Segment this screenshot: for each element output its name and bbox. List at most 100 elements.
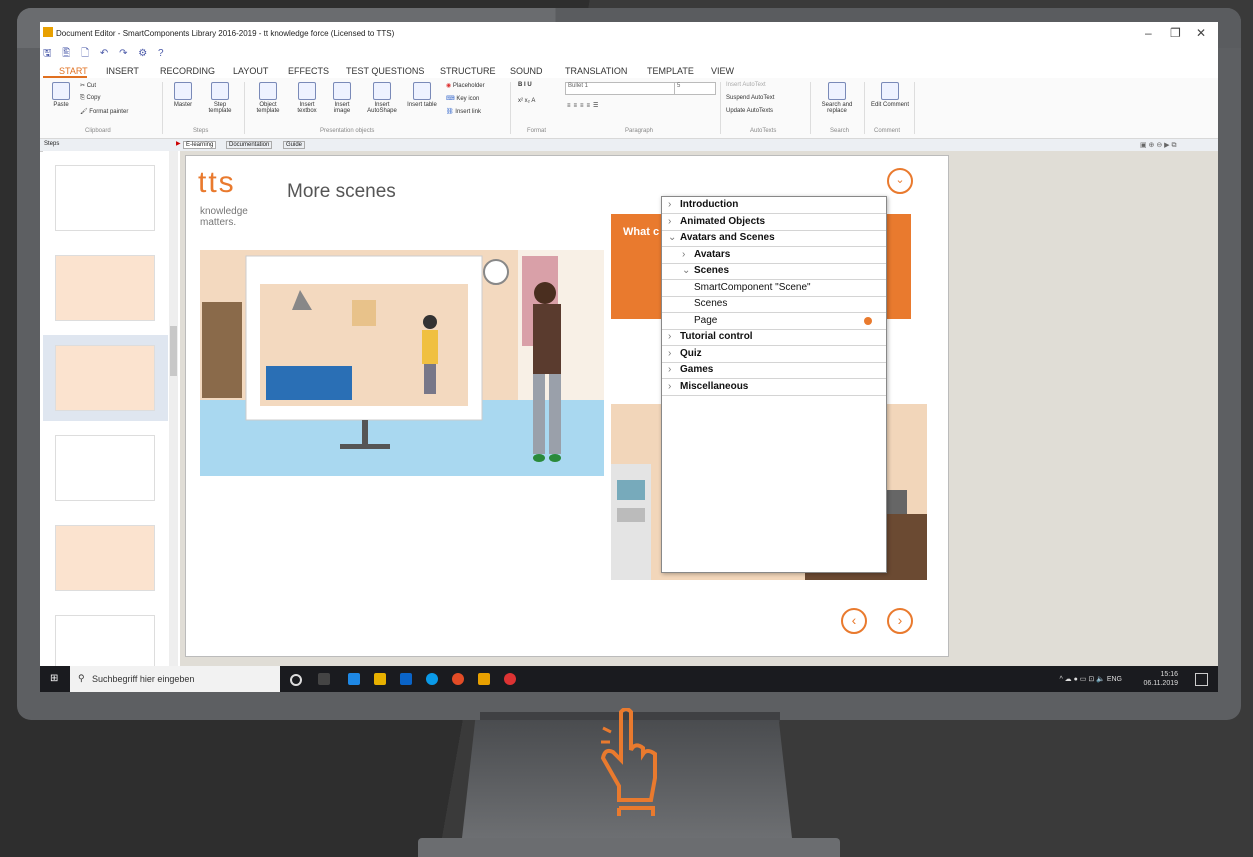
restore-button[interactable]: ❐ xyxy=(1170,26,1181,40)
font-size-select[interactable]: 5 xyxy=(674,82,716,95)
link-icon: ⛓ xyxy=(446,109,454,115)
separator xyxy=(914,82,915,134)
skype-icon[interactable] xyxy=(426,673,438,685)
insert-table-button[interactable]: Insert table xyxy=(406,82,438,108)
menu-item-label: Scenes xyxy=(694,298,728,309)
action-center-icon[interactable] xyxy=(1195,673,1208,686)
step-template-icon xyxy=(211,82,229,100)
slide-preview xyxy=(55,165,155,231)
bold-italic-underline[interactable]: B I U xyxy=(518,82,532,88)
menu-item[interactable]: Scenes xyxy=(662,296,886,313)
navigation-menu: › Introduction › Animated Objects ⌄ Avatars a… xyxy=(661,196,887,573)
minimize-button[interactable]: – xyxy=(1145,26,1152,40)
insert-image-button[interactable]: Insert image xyxy=(326,82,358,114)
windows-taskbar: ⊞ ⚲ Suchbegriff hier eingeben ^ ☁ ● ▭ ⊡ … xyxy=(40,666,1218,692)
tab-guide[interactable]: Guide xyxy=(283,141,306,149)
format-painter-button[interactable]: 🖌 Format painter xyxy=(80,108,128,115)
key-icon-button[interactable]: ⌨ Key icon xyxy=(446,95,479,102)
menu-item[interactable]: › Games xyxy=(662,362,886,379)
step-thumbnail[interactable] xyxy=(43,515,168,601)
slide-title: More scenes xyxy=(287,181,396,202)
tab-start[interactable]: START xyxy=(59,66,88,76)
tab-effects[interactable]: EFFECTS xyxy=(288,66,329,76)
menu-item[interactable]: SmartComponent "Scene" xyxy=(662,280,886,297)
insert-autotext-button[interactable]: Insert AutoText xyxy=(726,82,766,88)
quick-access-toolbar[interactable]: 🖫 🖺 🗋 ↶ ↷ ⚙ ? xyxy=(43,46,168,60)
menu-item[interactable]: › Introduction xyxy=(662,197,886,214)
menu-item[interactable]: › Miscellaneous xyxy=(662,379,886,396)
group-search-label: Search xyxy=(830,128,850,134)
slide-canvas[interactable]: tts knowledge matters. More scenes What … xyxy=(185,155,949,657)
search-replace-button[interactable]: Search and replace xyxy=(815,82,859,114)
insert-link-button[interactable]: ⛓ Insert link xyxy=(446,108,481,115)
placeholder-button[interactable]: ◉ Placeholder xyxy=(446,82,485,89)
insert-textbox-button[interactable]: Insert textbox xyxy=(290,82,324,114)
search-icon: ⚲ xyxy=(78,673,85,683)
object-template-button[interactable]: Object template xyxy=(248,82,288,114)
step-template-button[interactable]: Step template xyxy=(202,82,238,114)
menu-item[interactable]: › Animated Objects xyxy=(662,214,886,231)
outlook-icon[interactable] xyxy=(400,673,412,685)
step-thumbnail-selected[interactable] xyxy=(43,335,168,421)
windows-start-icon[interactable]: ⊞ xyxy=(50,673,62,685)
copy-button[interactable]: ⎘ Copy xyxy=(80,95,100,102)
menu-item[interactable]: › Tutorial control xyxy=(662,329,886,346)
suspend-autotext-button[interactable]: Suspend AutoText xyxy=(726,95,774,101)
cortana-icon[interactable] xyxy=(290,674,302,686)
tab-insert[interactable]: INSERT xyxy=(106,66,139,76)
group-paragraph-label: Paragraph xyxy=(625,128,654,134)
tab-recording[interactable]: RECORDING xyxy=(160,66,215,76)
tab-test-questions[interactable]: TEST QUESTIONS xyxy=(346,66,424,76)
bullet-style-select[interactable]: Bullet 1 xyxy=(565,82,689,95)
master-button[interactable]: Master xyxy=(168,82,198,108)
steps-panel xyxy=(43,151,181,681)
step-thumbnail[interactable] xyxy=(43,245,168,331)
step-thumbnail[interactable] xyxy=(43,155,168,241)
edit-comment-button[interactable]: Edit Comment xyxy=(870,82,910,108)
skype-business-icon[interactable] xyxy=(504,673,516,685)
steps-scrollbar[interactable] xyxy=(169,151,178,666)
steps-panel-tab[interactable]: Steps xyxy=(44,141,59,147)
group-presentation-objects-label: Presentation objects xyxy=(320,128,375,134)
tab-e-learning[interactable]: E-learning xyxy=(183,141,217,149)
menu-item[interactable]: ⌄ Avatars and Scenes xyxy=(662,230,886,247)
menu-item[interactable]: ⌄ Scenes xyxy=(662,263,886,280)
chevron-right-icon: › xyxy=(668,215,672,227)
tab-template[interactable]: TEMPLATE xyxy=(647,66,694,76)
menu-item[interactable]: › Avatars xyxy=(662,247,886,264)
tab-documentation[interactable]: Documentation xyxy=(226,141,273,149)
file-explorer-icon[interactable] xyxy=(374,673,386,685)
tab-translation[interactable]: TRANSLATION xyxy=(565,66,627,76)
next-page-button[interactable]: › xyxy=(887,608,913,634)
clock[interactable]: 15:16 06.11.2019 xyxy=(1143,670,1178,688)
alignment-buttons[interactable]: ≡≡≡≡☰ xyxy=(567,102,601,109)
scrollbar-thumb[interactable] xyxy=(170,326,177,376)
paste-button[interactable]: Paste xyxy=(48,82,74,108)
view-toolbar-icons[interactable]: ▣ ⊕ ⊖ ▶ ⧉ xyxy=(1140,141,1177,150)
update-autotexts-button[interactable]: Update AutoTexts xyxy=(726,108,773,114)
close-button[interactable]: ✕ xyxy=(1196,26,1206,40)
tab-view[interactable]: VIEW xyxy=(711,66,734,76)
chrome-icon[interactable] xyxy=(452,673,464,685)
insert-autoshape-button[interactable]: Insert AutoShape xyxy=(360,82,404,114)
group-clipboard-label: Clipboard xyxy=(85,128,111,134)
tagline: knowledge matters. xyxy=(200,206,248,228)
tray-icons[interactable]: ^ ☁ ● ▭ ⊡ 🔈 ENG xyxy=(1059,675,1122,683)
menu-toggle-button[interactable]: ⌄ xyxy=(887,168,913,194)
menu-item-current[interactable]: Page xyxy=(662,313,886,330)
previous-page-button[interactable]: ‹ xyxy=(841,608,867,634)
tab-sound[interactable]: SOUND xyxy=(510,66,543,76)
edge-icon[interactable] xyxy=(348,673,360,685)
cut-button[interactable]: ✂ Cut xyxy=(80,82,96,89)
menu-item[interactable]: › Quiz xyxy=(662,346,886,363)
taskbar-search[interactable]: ⚲ Suchbegriff hier eingeben xyxy=(70,666,280,692)
task-view-icon[interactable] xyxy=(318,673,330,685)
tab-layout[interactable]: LAYOUT xyxy=(233,66,268,76)
superscript-subscript[interactable]: x² x₂ A xyxy=(518,98,535,104)
play-icon[interactable]: ▶ xyxy=(176,140,181,147)
editor-area: tts knowledge matters. More scenes What … xyxy=(180,142,1218,666)
table-icon xyxy=(413,82,431,100)
step-thumbnail[interactable] xyxy=(43,425,168,511)
tab-structure[interactable]: STRUCTURE xyxy=(440,66,496,76)
tts-app-icon[interactable] xyxy=(478,673,490,685)
